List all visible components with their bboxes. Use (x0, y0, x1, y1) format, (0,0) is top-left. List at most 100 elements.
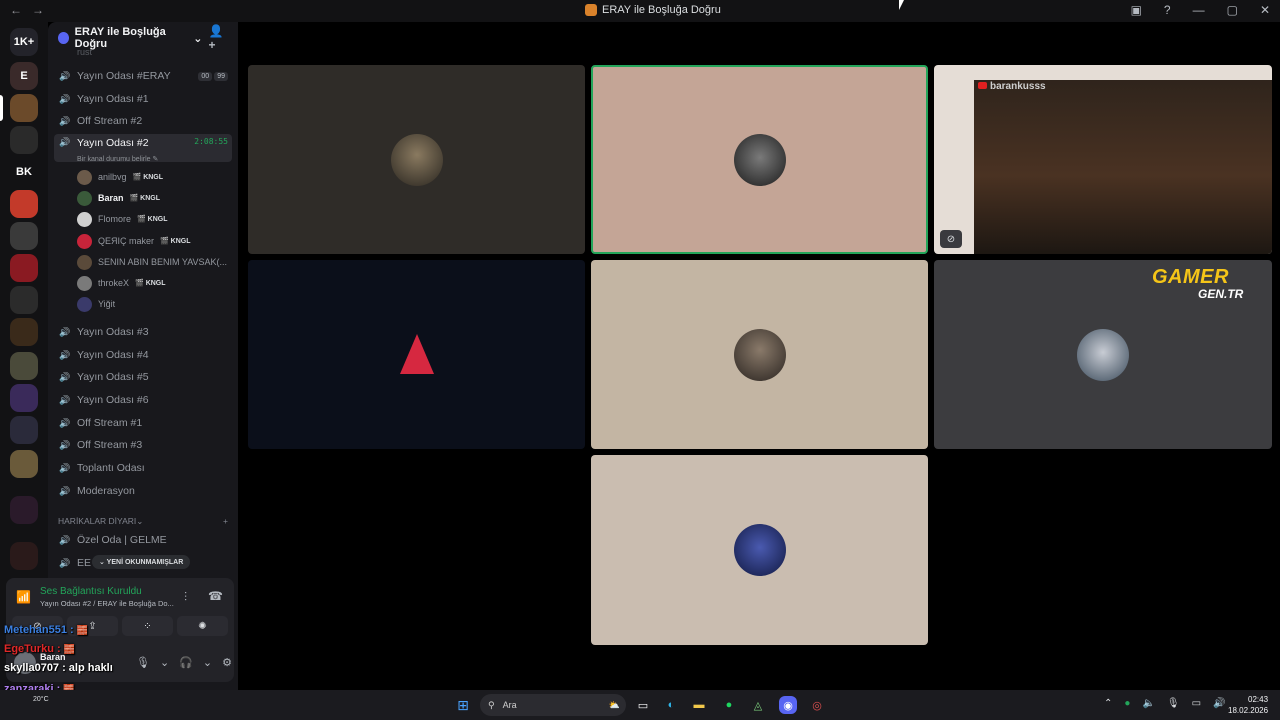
video-tile[interactable] (248, 65, 585, 254)
stream-name: barankusss (978, 81, 1046, 92)
channel-name: Off Stream #2 (77, 115, 143, 127)
add-channel-icon[interactable]: + (223, 516, 228, 527)
voice-channel[interactable]: 🔊 Off Stream #1 (54, 413, 232, 433)
channel-status[interactable]: Bir kanal durumu belirle ✎ (77, 155, 158, 163)
status-icon[interactable]: ● (1124, 698, 1130, 709)
help-icon[interactable]: ? (1164, 3, 1171, 17)
video-tile-speaking[interactable] (591, 65, 928, 254)
watermark-sub: GEN.TR (1198, 287, 1244, 301)
server-icon[interactable] (10, 94, 38, 122)
chat-text: alp haklı (68, 662, 113, 674)
windows-start-icon[interactable]: ⊞ (454, 696, 472, 714)
clock-date: 18.02.2026 (1228, 706, 1269, 715)
voice-channel[interactable]: 🔊 Yayın Odası #4 (54, 345, 232, 365)
server-icon[interactable]: 1K+ (10, 28, 38, 56)
clock[interactable]: 02:43 18.02.2026 (1228, 694, 1268, 716)
camera-off-icon[interactable]: ⊘ (940, 230, 962, 248)
gear-icon[interactable]: ⚙ (222, 656, 232, 669)
invite-icon[interactable]: 👤+ (208, 24, 228, 52)
voice-channel[interactable]: 🔊 Toplantı Odası (54, 458, 232, 478)
faded-channel: rust (77, 47, 93, 57)
volume-icon[interactable]: 🔊 (1213, 698, 1225, 709)
speaker-icon: 🔊 (59, 394, 71, 405)
voice-channel[interactable]: 🔊 Yayın Odası #3 (54, 322, 232, 342)
soundboard-button[interactable]: ✺ (177, 616, 228, 636)
chrome-icon[interactable]: ◎ (808, 696, 826, 714)
file-explorer-icon[interactable]: ▬ (690, 696, 708, 714)
server-icon[interactable] (10, 318, 38, 346)
server-icon[interactable] (10, 126, 38, 154)
voice-user[interactable]: throkeX 🎬 KNGL (77, 274, 166, 292)
inbox-icon[interactable]: ▣ (1131, 3, 1142, 17)
chevron-down-icon[interactable]: ⌄ (203, 656, 212, 669)
signal-icon[interactable]: 📶 (16, 590, 31, 604)
noise-suppression-icon[interactable]: ⫶ (184, 590, 187, 605)
close-button[interactable]: ✕ (1260, 3, 1270, 17)
server-icon[interactable] (10, 352, 38, 380)
voice-user[interactable]: anilbvg 🎬 KNGL (77, 168, 163, 186)
search-input[interactable]: ⚲ Ara ⛅ (480, 694, 626, 716)
voice-user[interactable]: Baran 🎬 KNGL (77, 189, 160, 207)
video-tile[interactable] (248, 260, 585, 449)
channel-name: Yayın Odası #ERAY (77, 70, 171, 82)
server-icon[interactable] (10, 496, 38, 524)
disconnect-icon[interactable]: ☎ (208, 589, 223, 603)
video-tile[interactable] (591, 455, 928, 645)
voice-channel[interactable]: 🔊 Yayın Odası #ERAY 00 99 (54, 66, 232, 86)
voice-channel[interactable]: 🔊 Yayın Odası #6 (54, 390, 232, 410)
voice-user[interactable]: QEЯIÇ maker 🎬 KNGL (77, 232, 191, 250)
server-icon[interactable] (10, 542, 38, 570)
chevron-up-icon[interactable]: ⌃ (1104, 698, 1112, 709)
activity-button[interactable]: ⁘ (122, 616, 173, 636)
window-controls: ▣ ? — ▢ ✕ (1131, 3, 1270, 17)
server-icon[interactable] (10, 450, 38, 478)
voice-channel[interactable]: 🔊 Off Stream #3 (54, 435, 232, 455)
edge-icon[interactable]: ◐ (662, 696, 680, 714)
voice-channel[interactable]: 🔊 Off Stream #2 (54, 111, 232, 131)
speaker-icon[interactable]: 🔈 (1142, 698, 1154, 709)
user-name: throkeX (98, 278, 130, 288)
voice-user[interactable]: Flomore 🎬 KNGL (77, 210, 168, 228)
new-unreads-pill[interactable]: ⌄ YENİ OKUNMAMIŞLAR (92, 555, 191, 569)
video-tile[interactable] (591, 260, 928, 449)
category-header[interactable]: HARİKALAR DİYARI ⌄ + (58, 516, 228, 527)
stream-tile[interactable]: barankusss ⊘ (934, 65, 1272, 254)
voice-channel[interactable]: 🔊 Özel Oda | GELME (54, 530, 232, 550)
network-icon[interactable]: ▭ (1192, 698, 1201, 709)
nvidia-icon[interactable]: ◬ (749, 696, 767, 714)
maximize-button[interactable]: ▢ (1227, 3, 1238, 17)
voice-user[interactable]: Yiğit (77, 295, 115, 313)
window-title: ERAY ile Boşluğa Doğru (585, 4, 721, 16)
server-icon[interactable] (10, 384, 38, 412)
server-icon[interactable] (10, 222, 38, 250)
back-button[interactable]: ← (10, 3, 22, 17)
server-icon[interactable] (10, 416, 38, 444)
microphone-icon[interactable]: 🎙 (1167, 698, 1180, 709)
voice-location[interactable]: Yayın Odası #2 / ERAY ile Boşluğa Do... (40, 599, 174, 608)
voice-user[interactable]: SENIN ABIN BENIM YAVSAK(... (77, 253, 227, 271)
forward-button[interactable]: → (32, 3, 44, 17)
headphones-icon[interactable]: 🎧 (179, 656, 193, 669)
user-name: anilbvg (98, 172, 127, 182)
avatar (77, 275, 92, 291)
task-view-icon[interactable]: ▭ (634, 696, 652, 714)
spotify-icon[interactable]: ● (720, 696, 738, 714)
server-icon[interactable]: BK (10, 158, 38, 186)
server-icon[interactable] (10, 254, 38, 282)
weather-widget[interactable]: 20°C (33, 696, 49, 704)
chat-username: Metehan551 : (4, 624, 74, 636)
chevron-down-icon: ⌄ (193, 32, 203, 45)
voice-status[interactable]: Ses Bağlantısı Kuruldu (40, 586, 142, 597)
discord-icon[interactable]: ◉ (779, 696, 797, 714)
voice-channel[interactable]: 🔊 Yayın Odası #1 (54, 89, 232, 109)
avatar (77, 169, 92, 185)
chevron-down-icon[interactable]: ⌄ (160, 656, 169, 669)
emote-icon: 🧱 (63, 644, 75, 654)
server-icon[interactable]: E (10, 62, 38, 90)
server-icon[interactable] (10, 286, 38, 314)
minimize-button[interactable]: — (1193, 3, 1205, 17)
server-icon[interactable] (10, 190, 38, 218)
microphone-icon[interactable]: 🎙 (136, 656, 150, 669)
voice-channel[interactable]: 🔊 Moderasyon (54, 481, 232, 501)
voice-channel[interactable]: 🔊 Yayın Odası #5 (54, 367, 232, 387)
